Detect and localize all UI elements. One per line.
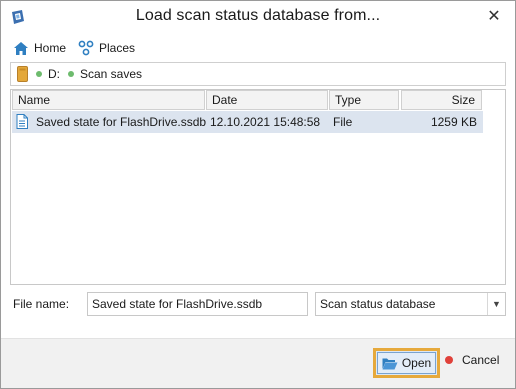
column-header-type[interactable]: Type bbox=[329, 90, 399, 110]
path-separator-dot bbox=[68, 71, 74, 77]
open-button[interactable]: Open bbox=[373, 348, 440, 378]
places-icon bbox=[78, 40, 94, 56]
file-date-cell: 12.10.2021 15:48:58 bbox=[210, 115, 321, 129]
column-header-date[interactable]: Date bbox=[206, 90, 328, 110]
file-type-value: Scan status database bbox=[320, 297, 436, 311]
file-name-cell: Saved state for FlashDrive.ssdb bbox=[36, 115, 207, 129]
file-name-label: File name: bbox=[13, 297, 70, 311]
column-header-name[interactable]: Name bbox=[12, 90, 205, 110]
nav-places-label: Places bbox=[99, 41, 136, 55]
nav-bar: Home Places bbox=[13, 37, 147, 59]
vertical-scrollbar[interactable] bbox=[485, 90, 505, 284]
nav-home[interactable]: Home bbox=[13, 41, 66, 56]
drive-icon bbox=[17, 66, 28, 82]
title-bar: Load scan status database from... ✕ bbox=[1, 1, 515, 33]
chevron-down-icon[interactable]: ▼ bbox=[487, 293, 505, 315]
open-button-label: Open bbox=[401, 356, 432, 370]
path-segment-drive[interactable]: D: bbox=[48, 67, 60, 81]
path-separator-dot bbox=[36, 71, 42, 77]
home-icon bbox=[14, 41, 28, 55]
file-icon bbox=[16, 114, 28, 129]
file-size-cell: 1259 KB bbox=[430, 115, 477, 129]
open-button-inner: Open bbox=[377, 352, 436, 374]
close-button[interactable]: ✕ bbox=[483, 7, 505, 27]
file-list: Name Date Type Size Saved state for Flas… bbox=[10, 89, 506, 285]
window-title: Load scan status database from... bbox=[135, 7, 381, 24]
file-row[interactable]: Saved state for FlashDrive.ssdb 12.10.20… bbox=[12, 111, 483, 133]
cancel-button[interactable]: Cancel bbox=[445, 353, 499, 367]
cancel-button-label: Cancel bbox=[462, 353, 500, 367]
path-bar: D: Scan saves bbox=[10, 62, 506, 86]
cancel-icon bbox=[445, 356, 453, 364]
nav-places[interactable]: Places bbox=[78, 40, 135, 56]
path-segment-folder[interactable]: Scan saves bbox=[80, 67, 142, 81]
file-type-cell: File bbox=[333, 115, 353, 129]
open-folder-icon bbox=[382, 358, 398, 369]
file-name-input[interactable] bbox=[87, 292, 308, 316]
file-type-select[interactable]: Scan status database ▼ bbox=[315, 292, 506, 316]
dialog-window: Load scan status database from... ✕ Home… bbox=[0, 0, 516, 389]
nav-home-label: Home bbox=[34, 41, 67, 55]
column-header-size[interactable]: Size bbox=[401, 90, 482, 110]
button-bar: Open Cancel bbox=[1, 338, 515, 388]
